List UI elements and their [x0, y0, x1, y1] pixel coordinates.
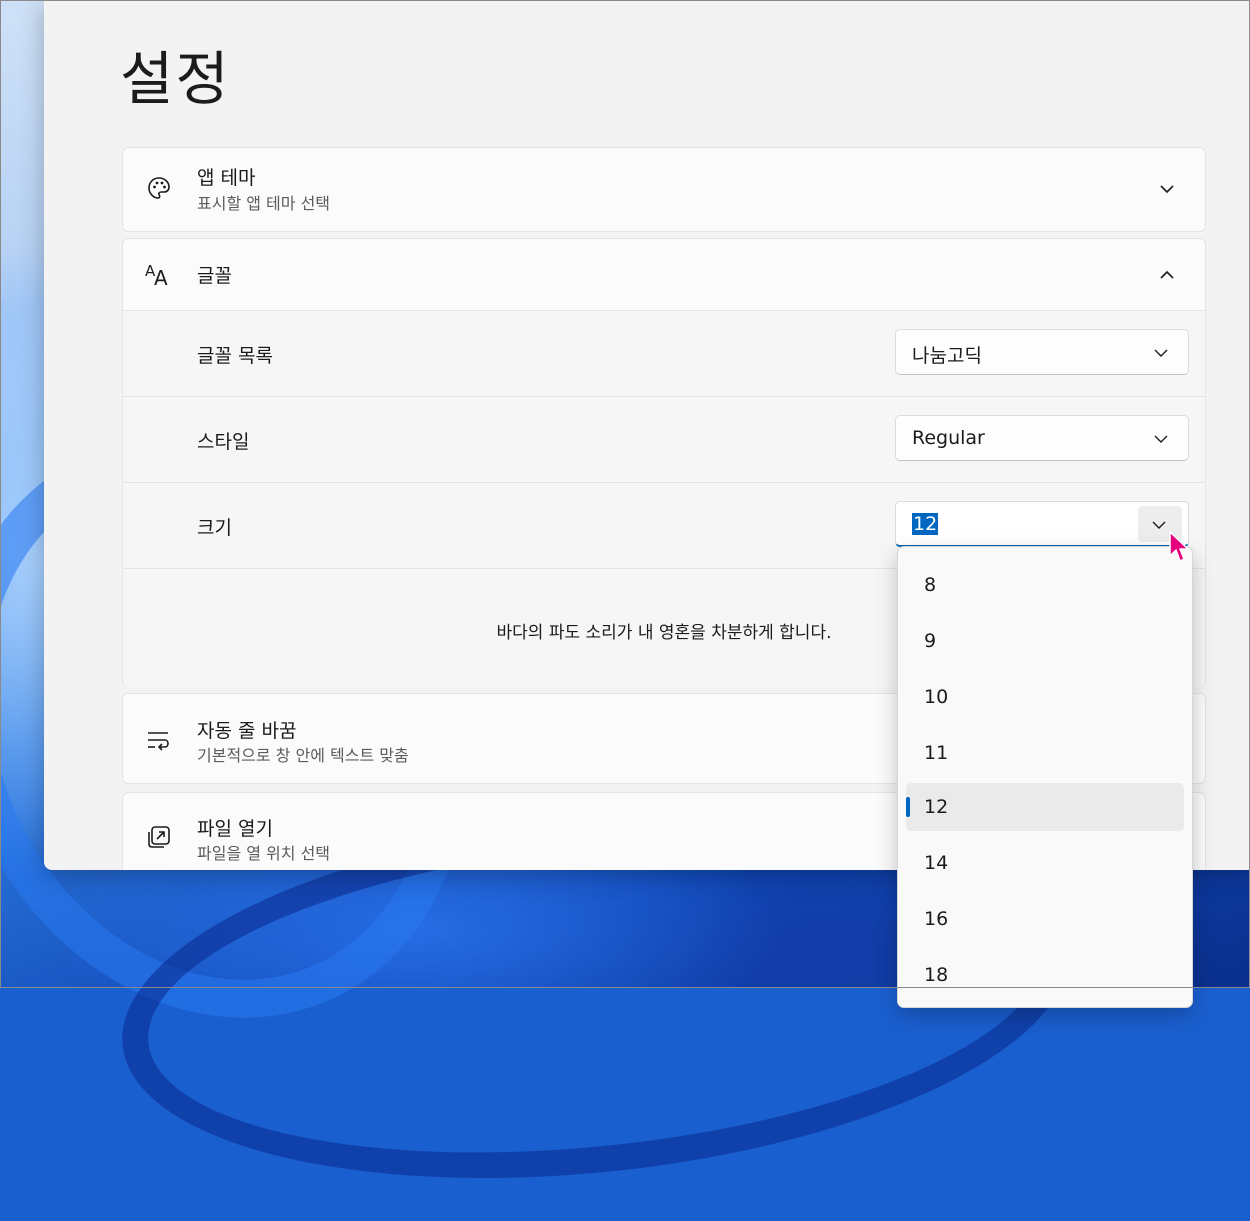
font-family-combobox[interactable]: 나눔고딕 — [895, 329, 1189, 375]
font-size-label: 크기 — [197, 517, 232, 539]
font-style-row: 스타일 Regular — [123, 396, 1205, 482]
font-family-row: 글꼴 목록 나눔고딕 — [123, 310, 1205, 396]
dropdown-option[interactable]: 14 — [906, 839, 1184, 887]
dropdown-option[interactable]: 18 — [906, 951, 1184, 999]
dropdown-option[interactable]: 8 — [906, 561, 1184, 609]
open-file-icon — [145, 823, 173, 851]
open-file-subtitle: 파일을 열 위치 선택 — [197, 844, 331, 863]
app-theme-card[interactable]: 앱 테마 표시할 앱 테마 선택 — [122, 147, 1206, 232]
word-wrap-title: 자동 줄 바꿈 — [197, 720, 297, 742]
font-size-dropdown-list: 8 9 10 11 12 14 16 18 — [897, 546, 1193, 1008]
font-header[interactable]: A A 글꼴 — [123, 239, 1205, 309]
dropdown-option-selected[interactable]: 12 — [906, 783, 1184, 831]
dropdown-option[interactable]: 16 — [906, 895, 1184, 943]
font-family-label: 글꼴 목록 — [197, 345, 273, 367]
palette-icon — [145, 174, 173, 202]
word-wrap-subtitle: 기본적으로 창 안에 텍스트 맞춤 — [197, 746, 409, 765]
word-wrap-icon — [145, 726, 173, 754]
chevron-down-icon[interactable] — [1157, 179, 1177, 199]
dropdown-option[interactable]: 10 — [906, 673, 1184, 721]
chevron-up-icon[interactable] — [1157, 264, 1177, 284]
mouse-cursor-icon — [1169, 531, 1189, 562]
font-style-combobox[interactable]: Regular — [895, 415, 1189, 461]
page-title: 설정 — [120, 45, 231, 113]
svg-text:A: A — [154, 266, 168, 287]
font-size-input[interactable]: 12 — [912, 513, 939, 535]
chevron-down-icon — [1154, 429, 1172, 447]
font-icon: A A — [145, 260, 173, 288]
dropdown-option[interactable]: 9 — [906, 617, 1184, 665]
font-size-selected-text: 12 — [912, 513, 939, 535]
font-family-value: 나눔고딕 — [912, 345, 982, 367]
open-file-title: 파일 열기 — [197, 818, 273, 840]
font-style-label: 스타일 — [197, 431, 250, 453]
app-theme-subtitle: 표시할 앱 테마 선택 — [197, 194, 331, 213]
font-style-value: Regular — [912, 427, 985, 449]
dropdown-option[interactable]: 11 — [906, 729, 1184, 777]
chevron-down-icon — [1154, 343, 1172, 361]
font-title: 글꼴 — [197, 265, 232, 287]
font-size-combobox[interactable]: 12 — [895, 501, 1189, 547]
app-theme-title: 앱 테마 — [197, 167, 256, 189]
